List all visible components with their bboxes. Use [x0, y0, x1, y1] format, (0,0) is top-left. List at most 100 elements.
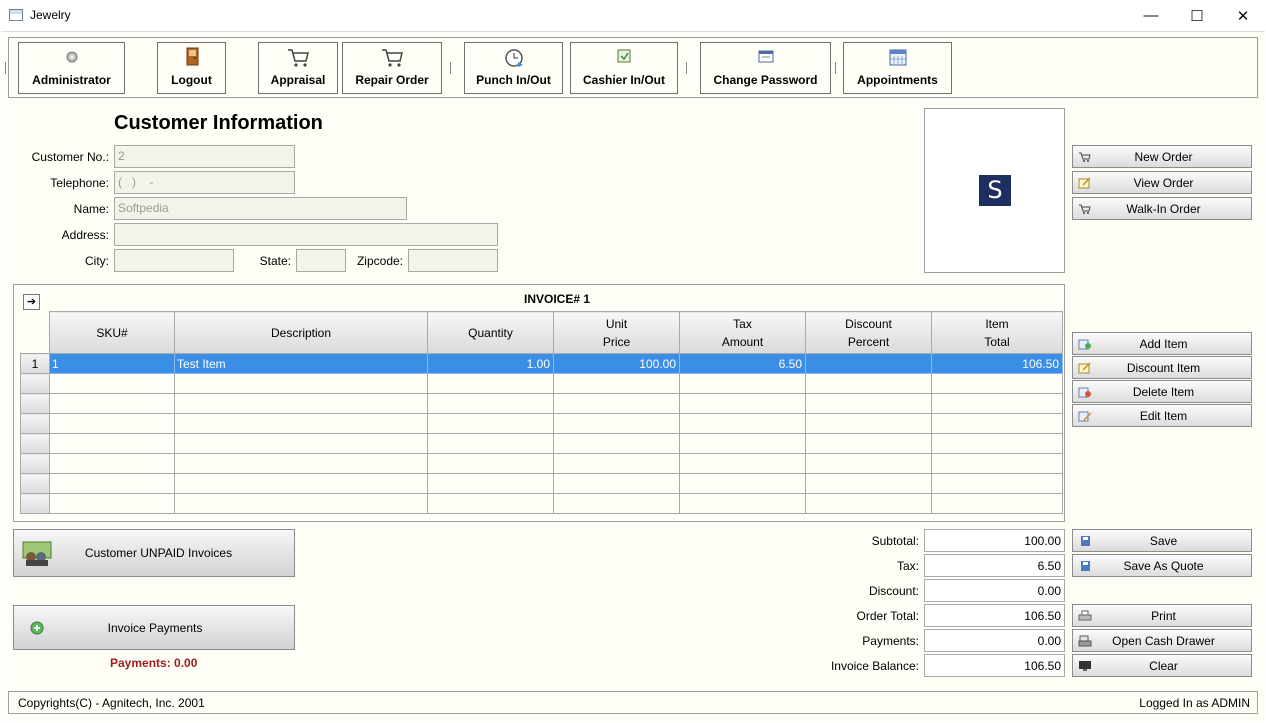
grid-cell[interactable] [174, 373, 428, 394]
discount-field[interactable]: 0.00 [924, 579, 1065, 602]
column-header-sku[interactable]: SKU# [49, 311, 175, 354]
grid-cell[interactable] [553, 453, 680, 474]
grid-cell[interactable] [931, 473, 1063, 494]
add-item-button[interactable]: Add Item [1072, 332, 1252, 355]
table-row-empty[interactable] [20, 393, 1063, 414]
delete-item-button[interactable]: Delete Item [1072, 380, 1252, 403]
grid-cell[interactable] [427, 473, 554, 494]
close-button[interactable]: ✕ [1220, 0, 1266, 31]
grid-cell[interactable] [931, 413, 1063, 434]
address-field[interactable] [114, 223, 498, 246]
row-header[interactable]: 1 [20, 353, 50, 374]
punch-in-out-button[interactable]: Punch In/Out [464, 42, 563, 94]
state-field[interactable] [296, 249, 346, 272]
quantity-cell[interactable]: 1.00 [427, 353, 554, 374]
grid-cell[interactable] [553, 433, 680, 454]
unit-price-cell[interactable]: 100.00 [553, 353, 680, 374]
grid-cell[interactable] [49, 433, 175, 454]
grid-cell[interactable] [427, 413, 554, 434]
table-row-empty[interactable] [20, 373, 1063, 394]
clear-button[interactable]: Clear [1072, 654, 1252, 677]
grid-cell[interactable] [553, 473, 680, 494]
print-button[interactable]: Print [1072, 604, 1252, 627]
grid-cell[interactable] [931, 453, 1063, 474]
logout-button[interactable]: Logout [157, 42, 226, 94]
grid-cell[interactable] [679, 493, 806, 514]
grid-cell[interactable] [427, 453, 554, 474]
maximize-button[interactable]: ☐ [1174, 0, 1220, 31]
minimize-button[interactable]: — [1128, 0, 1174, 31]
grid-cell[interactable] [174, 493, 428, 514]
grid-cell[interactable] [805, 453, 932, 474]
view-order-button[interactable]: View Order [1072, 171, 1252, 194]
column-header-description[interactable]: Description [174, 311, 428, 354]
table-row-empty[interactable] [20, 493, 1063, 514]
appointments-button[interactable]: Appointments [843, 42, 952, 94]
row-header[interactable] [20, 433, 50, 454]
grid-cell[interactable] [553, 393, 680, 414]
grid-cell[interactable] [427, 393, 554, 414]
grid-cell[interactable] [805, 473, 932, 494]
grid-cell[interactable] [174, 473, 428, 494]
grid-cell[interactable] [805, 373, 932, 394]
edit-item-button[interactable]: Edit Item [1072, 404, 1252, 427]
telephone-field[interactable]: ( ) - [114, 171, 295, 194]
grid-cell[interactable] [49, 373, 175, 394]
cashier-in-out-button[interactable]: Cashier In/Out [570, 42, 678, 94]
grid-cell[interactable] [679, 413, 806, 434]
column-header-quantity[interactable]: Quantity [427, 311, 554, 354]
new-order-button[interactable]: New Order [1072, 145, 1252, 168]
grid-cell[interactable] [49, 413, 175, 434]
grid-cell[interactable] [805, 413, 932, 434]
zipcode-field[interactable] [408, 249, 498, 272]
grid-cell[interactable] [174, 393, 428, 414]
change-password-button[interactable]: Change Password [700, 42, 831, 94]
discount-item-button[interactable]: Discount Item [1072, 356, 1252, 379]
grid-cell[interactable] [174, 413, 428, 434]
table-row-empty[interactable] [20, 453, 1063, 474]
walk-in-order-button[interactable]: Walk-In Order [1072, 197, 1252, 220]
row-header[interactable] [20, 473, 50, 494]
grid-cell[interactable] [427, 493, 554, 514]
grid-cell[interactable] [805, 433, 932, 454]
customer-no-field[interactable]: 2 [114, 145, 295, 168]
grid-cell[interactable] [49, 393, 175, 414]
column-header-item-total[interactable]: Item Total [931, 311, 1063, 354]
table-row-empty[interactable] [20, 473, 1063, 494]
grid-cell[interactable] [553, 493, 680, 514]
grid-cell[interactable] [49, 453, 175, 474]
grid-cell[interactable] [427, 433, 554, 454]
row-header[interactable] [20, 453, 50, 474]
tax-amount-cell[interactable]: 6.50 [679, 353, 806, 374]
discount-percent-cell[interactable] [805, 353, 932, 374]
column-header-tax-amount[interactable]: Tax Amount [679, 311, 806, 354]
description-cell[interactable]: Test Item [174, 353, 428, 374]
invoice-payments-button[interactable]: Invoice Payments [13, 605, 295, 650]
row-header[interactable] [20, 393, 50, 414]
table-row-empty[interactable] [20, 433, 1063, 454]
column-header-unit-price[interactable]: Unit Price [553, 311, 680, 354]
row-header[interactable] [20, 373, 50, 394]
grid-cell[interactable] [49, 493, 175, 514]
grid-cell[interactable] [174, 453, 428, 474]
open-cash-drawer-button[interactable]: Open Cash Drawer [1072, 629, 1252, 652]
grid-cell[interactable] [931, 493, 1063, 514]
repair-order-button[interactable]: Repair Order [342, 42, 442, 94]
name-field[interactable]: Softpedia [114, 197, 407, 220]
grid-cell[interactable] [931, 433, 1063, 454]
grid-cell[interactable] [931, 393, 1063, 414]
grid-cell[interactable] [679, 473, 806, 494]
row-header[interactable] [20, 493, 50, 514]
table-row[interactable]: 1 1 Test Item 1.00 100.00 6.50 106.50 [20, 353, 1063, 374]
save-button[interactable]: Save [1072, 529, 1252, 552]
appraisal-button[interactable]: Appraisal [258, 42, 338, 94]
sku-cell[interactable]: 1 [49, 353, 175, 374]
grid-cell[interactable] [679, 453, 806, 474]
grid-cell[interactable] [805, 393, 932, 414]
save-as-quote-button[interactable]: Save As Quote [1072, 554, 1252, 577]
grid-cell[interactable] [679, 373, 806, 394]
arrow-right-icon[interactable]: ➔ [23, 294, 40, 310]
column-header-discount-percent[interactable]: Discount Percent [805, 311, 932, 354]
row-header[interactable] [20, 413, 50, 434]
table-row-empty[interactable] [20, 413, 1063, 434]
